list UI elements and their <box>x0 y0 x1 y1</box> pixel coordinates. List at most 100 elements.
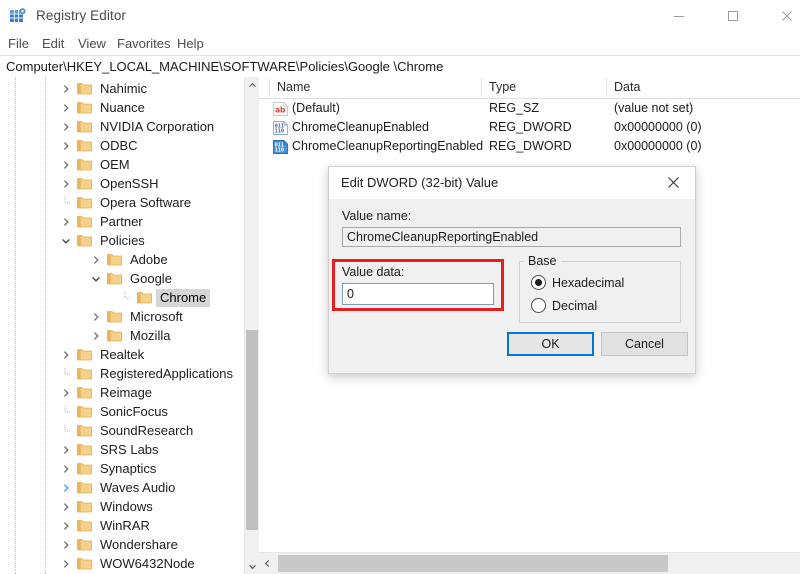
value-data-field[interactable] <box>342 283 494 305</box>
chevron-right-icon[interactable] <box>58 176 74 192</box>
cancel-button[interactable]: Cancel <box>601 332 688 356</box>
tree-item-label: Chrome <box>156 288 211 307</box>
table-row[interactable]: 011 110 ChromeCleanupEnabled REG_DWORD 0x000… <box>259 119 800 138</box>
close-button[interactable] <box>764 0 800 32</box>
list-horizontal-scrollbar[interactable]: wsxdn.com <box>259 552 800 574</box>
chevron-right-icon[interactable] <box>58 442 74 458</box>
tree-item-synaptics[interactable]: Synaptics <box>0 459 244 478</box>
tree-item-wow6432node[interactable]: WOW6432Node <box>0 554 244 573</box>
chevron-right-icon[interactable] <box>58 480 74 496</box>
table-row[interactable]: ab (Default) REG_SZ (value not set) <box>259 100 800 119</box>
chevron-right-icon[interactable] <box>58 461 74 477</box>
tree-item-google[interactable]: Google <box>0 269 244 288</box>
list-scrollbar-thumb[interactable] <box>278 555 668 572</box>
chevron-right-icon[interactable] <box>58 81 74 97</box>
value-name-field[interactable] <box>342 227 681 247</box>
tree-item-realtek[interactable]: Realtek <box>0 345 244 364</box>
radio-hexadecimal[interactable]: Hexadecimal <box>531 275 624 290</box>
chevron-right-icon[interactable] <box>58 556 74 572</box>
chevron-down-icon[interactable] <box>88 271 104 287</box>
base-group-box <box>519 261 681 323</box>
tree-item-chrome[interactable]: Chrome <box>0 288 244 307</box>
tree-item-openssh[interactable]: OpenSSH <box>0 174 244 193</box>
tree-item-waves-audio[interactable]: Waves Audio <box>0 478 244 497</box>
tree-item-partner[interactable]: Partner <box>0 212 244 231</box>
folder-icon <box>77 557 92 570</box>
tree-item-sonicfocus[interactable]: SonicFocus <box>0 402 244 421</box>
tree-item-label: Synaptics <box>100 460 157 476</box>
tree-item-adobe[interactable]: Adobe <box>0 250 244 269</box>
menu-favorites[interactable]: Favorites <box>117 36 170 51</box>
chevron-up-icon[interactable] <box>245 77 259 93</box>
ok-button[interactable]: OK <box>507 332 594 356</box>
dialog-close-icon[interactable] <box>651 167 695 198</box>
chevron-right-icon[interactable] <box>88 328 104 344</box>
tree-item-soundresearch[interactable]: SoundResearch <box>0 421 244 440</box>
radio-dot-icon <box>531 275 546 290</box>
chevron-right-icon[interactable] <box>58 518 74 534</box>
menu-help[interactable]: Help <box>177 36 204 51</box>
chevron-right-icon[interactable] <box>58 499 74 515</box>
tree-item-nuance[interactable]: Nuance <box>0 98 244 117</box>
tree-scrollbar-thumb[interactable] <box>246 330 258 530</box>
tree-item-opera-software[interactable]: Opera Software <box>0 193 244 212</box>
tree-vertical-scrollbar[interactable] <box>244 77 259 574</box>
menu-edit[interactable]: Edit <box>42 36 64 51</box>
tree-item-microsoft[interactable]: Microsoft <box>0 307 244 326</box>
radio-decimal[interactable]: Decimal <box>531 298 597 313</box>
chevron-right-icon[interactable] <box>58 138 74 154</box>
menu-bar: File Edit View Favorites Help <box>0 33 800 55</box>
chevron-right-icon[interactable] <box>58 157 74 173</box>
tree-item-label: Waves Audio <box>100 479 176 495</box>
folder-icon <box>77 234 92 247</box>
title-bar: Registry Editor <box>0 0 800 34</box>
tree-item-nvidia-corporation[interactable]: NVIDIA Corporation <box>0 117 244 136</box>
chevron-down-icon[interactable] <box>245 558 259 574</box>
column-header-name[interactable]: Name <box>277 80 310 94</box>
chevron-down-icon[interactable] <box>58 233 74 249</box>
address-bar[interactable]: Computer\HKEY_LOCAL_MACHINE\SOFTWARE\Pol… <box>0 55 800 78</box>
tree-item-registeredapplications[interactable]: RegisteredApplications <box>0 364 244 383</box>
table-row[interactable]: 011 110 ChromeCleanupReportingEnabled REG_D… <box>259 138 800 157</box>
column-divider[interactable] <box>269 79 270 96</box>
svg-text:ab: ab <box>275 106 286 115</box>
chevron-left-icon[interactable] <box>259 553 275 574</box>
column-divider[interactable] <box>606 79 607 96</box>
tree-item-windows[interactable]: Windows <box>0 497 244 516</box>
column-header-type[interactable]: Type <box>489 80 516 94</box>
chevron-right-icon[interactable] <box>58 119 74 135</box>
folder-icon <box>77 519 92 532</box>
chevron-right-icon[interactable] <box>88 309 104 325</box>
minimize-button[interactable] <box>656 0 702 32</box>
tree-item-winrar[interactable]: WinRAR <box>0 516 244 535</box>
maximize-button[interactable] <box>710 0 756 32</box>
tree-item-reimage[interactable]: Reimage <box>0 383 244 402</box>
chevron-right-icon[interactable] <box>58 347 74 363</box>
chevron-right-icon[interactable] <box>58 385 74 401</box>
tree-item-nahimic[interactable]: Nahimic <box>0 79 244 98</box>
value-data-label: Value data: <box>342 265 405 279</box>
column-divider[interactable] <box>481 79 482 96</box>
tree-item-mozilla[interactable]: Mozilla <box>0 326 244 345</box>
tree-item-wondershare[interactable]: Wondershare <box>0 535 244 554</box>
tree-item-srs-labs[interactable]: SRS Labs <box>0 440 244 459</box>
tree-item-oem[interactable]: OEM <box>0 155 244 174</box>
folder-icon <box>107 329 122 342</box>
menu-file[interactable]: File <box>8 36 29 51</box>
chevron-right-icon[interactable] <box>58 100 74 116</box>
tree-item-label: Nuance <box>100 99 145 115</box>
tree-connector <box>118 290 134 306</box>
radio-dot-icon <box>531 298 546 313</box>
registry-editor-window: Registry Editor File Edit View Favorites… <box>0 0 800 574</box>
tree-item-policies[interactable]: Policies <box>0 231 244 250</box>
menu-view[interactable]: View <box>78 36 106 51</box>
folder-icon <box>77 405 92 418</box>
value-name-cell: (Default) <box>292 101 340 115</box>
chevron-right-icon[interactable] <box>58 214 74 230</box>
tree-item-odbc[interactable]: ODBC <box>0 136 244 155</box>
window-title: Registry Editor <box>36 8 127 23</box>
tree-item-label: Partner <box>100 213 143 229</box>
column-header-data[interactable]: Data <box>614 80 640 94</box>
chevron-right-icon[interactable] <box>58 537 74 553</box>
chevron-right-icon[interactable] <box>88 252 104 268</box>
